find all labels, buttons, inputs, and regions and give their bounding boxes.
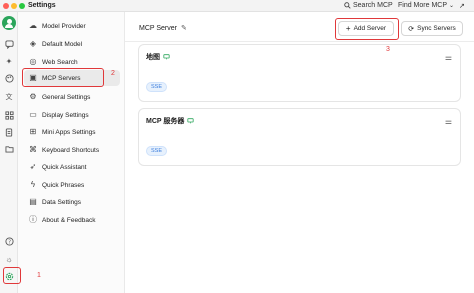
window-maximize-button[interactable] xyxy=(19,3,25,9)
window-minimize-button[interactable] xyxy=(11,3,17,9)
help-icon[interactable]: ? xyxy=(3,235,15,247)
globe-icon: ◎ xyxy=(29,57,37,66)
annotation-step-2: 2 xyxy=(111,70,115,77)
app-rail: ✦ 文 ? ☼ xyxy=(0,12,18,293)
server-settings-icon[interactable]: ⚌ xyxy=(445,53,452,62)
menu-item-mini-apps-settings[interactable]: ⊞ Mini Apps Settings xyxy=(24,124,120,140)
window-close-button[interactable] xyxy=(3,3,9,9)
sync-servers-button[interactable]: ⟳ Sync Servers xyxy=(401,21,463,36)
server-card[interactable]: 地图 ⚌ SSE xyxy=(138,44,461,102)
highlight-add-server xyxy=(335,18,399,40)
menu-item-keyboard-shortcuts[interactable]: ⌘ Keyboard Shortcuts xyxy=(24,142,120,158)
brightness-icon[interactable]: ☼ xyxy=(3,253,15,265)
menu-item-about-feedback[interactable]: ⓘ About & Feedback xyxy=(24,212,120,228)
command-icon: ⌘ xyxy=(29,145,37,154)
find-more-mcp-link[interactable]: Find More MCP ⌄ xyxy=(398,2,454,9)
search-mcp-link[interactable]: Search MCP xyxy=(344,2,393,9)
rocket-icon: ➶ xyxy=(29,162,37,171)
annotation-step-3: 3 xyxy=(386,46,390,53)
chevron-down-icon: ⌄ xyxy=(449,3,455,9)
monitor-icon xyxy=(187,118,194,124)
menu-item-display-settings[interactable]: ▭ Display Settings xyxy=(24,107,120,123)
cloud-icon: ☁ xyxy=(29,21,37,30)
main-panel: MCP Server ✎ + Add Server ⟳ Sync Servers… xyxy=(125,12,474,293)
sync-icon: ⟳ xyxy=(408,25,415,33)
external-link-icon[interactable]: ↗ xyxy=(459,2,465,10)
server-type-tag: SSE xyxy=(146,146,168,156)
server-type-tag: SSE xyxy=(146,82,168,92)
server-name: MCP 服务器 xyxy=(146,116,194,126)
server-name: 地图 xyxy=(146,52,170,62)
page-title: MCP Server ✎ xyxy=(139,24,187,33)
menu-item-data-settings[interactable]: ▤ Data Settings xyxy=(24,194,120,210)
user-avatar-icon[interactable] xyxy=(2,16,16,30)
sparkle-icon[interactable]: ✦ xyxy=(3,55,15,67)
search-mcp-label: Search MCP xyxy=(353,2,393,9)
chat-icon[interactable] xyxy=(3,38,15,50)
cube-icon: ◈ xyxy=(29,39,37,48)
find-more-mcp-label: Find More MCP xyxy=(398,2,448,9)
main-header: MCP Server ✎ + Add Server ⟳ Sync Servers xyxy=(125,12,474,42)
apps-grid-icon[interactable] xyxy=(3,109,15,121)
title-bar: Settings Search MCP Find More MCP ⌄ ↗ xyxy=(0,0,474,12)
grid-icon: ⊞ xyxy=(29,127,37,136)
info-icon: ⓘ xyxy=(29,215,37,224)
edit-pencil-icon[interactable]: ✎ xyxy=(181,24,187,32)
annotation-step-1: 1 xyxy=(37,272,41,279)
zap-icon: ϟ xyxy=(30,180,36,189)
search-icon xyxy=(344,2,351,9)
server-card[interactable]: MCP 服务器 ⚌ SSE xyxy=(138,108,461,166)
svg-text:?: ? xyxy=(8,239,11,245)
settings-menu: ☁ Model Provider ◈ Default Model ◎ Web S… xyxy=(18,12,125,293)
monitor-icon xyxy=(163,54,170,60)
menu-item-default-model[interactable]: ◈ Default Model xyxy=(24,36,120,52)
server-settings-icon[interactable]: ⚌ xyxy=(445,117,452,126)
palette-icon[interactable] xyxy=(3,72,15,84)
database-icon: ▤ xyxy=(29,197,37,206)
translate-icon[interactable]: 文 xyxy=(3,91,15,103)
sync-servers-label: Sync Servers xyxy=(417,25,456,32)
menu-item-general-settings[interactable]: ⚙ General Settings xyxy=(24,89,120,105)
folder-icon[interactable] xyxy=(3,143,15,155)
document-icon[interactable] xyxy=(3,126,15,138)
menu-item-quick-phrases[interactable]: ϟ Quick Phrases xyxy=(24,177,120,193)
highlight-mcp-servers xyxy=(22,68,104,87)
monitor-icon: ▭ xyxy=(29,110,37,119)
menu-item-quick-assistant[interactable]: ➶ Quick Assistant xyxy=(24,159,120,175)
page-title-text: MCP Server xyxy=(139,24,177,32)
highlight-settings-icon xyxy=(3,267,21,284)
window-title: Settings xyxy=(28,2,56,9)
menu-item-model-provider[interactable]: ☁ Model Provider xyxy=(24,18,120,34)
gear-icon: ⚙ xyxy=(29,92,37,101)
